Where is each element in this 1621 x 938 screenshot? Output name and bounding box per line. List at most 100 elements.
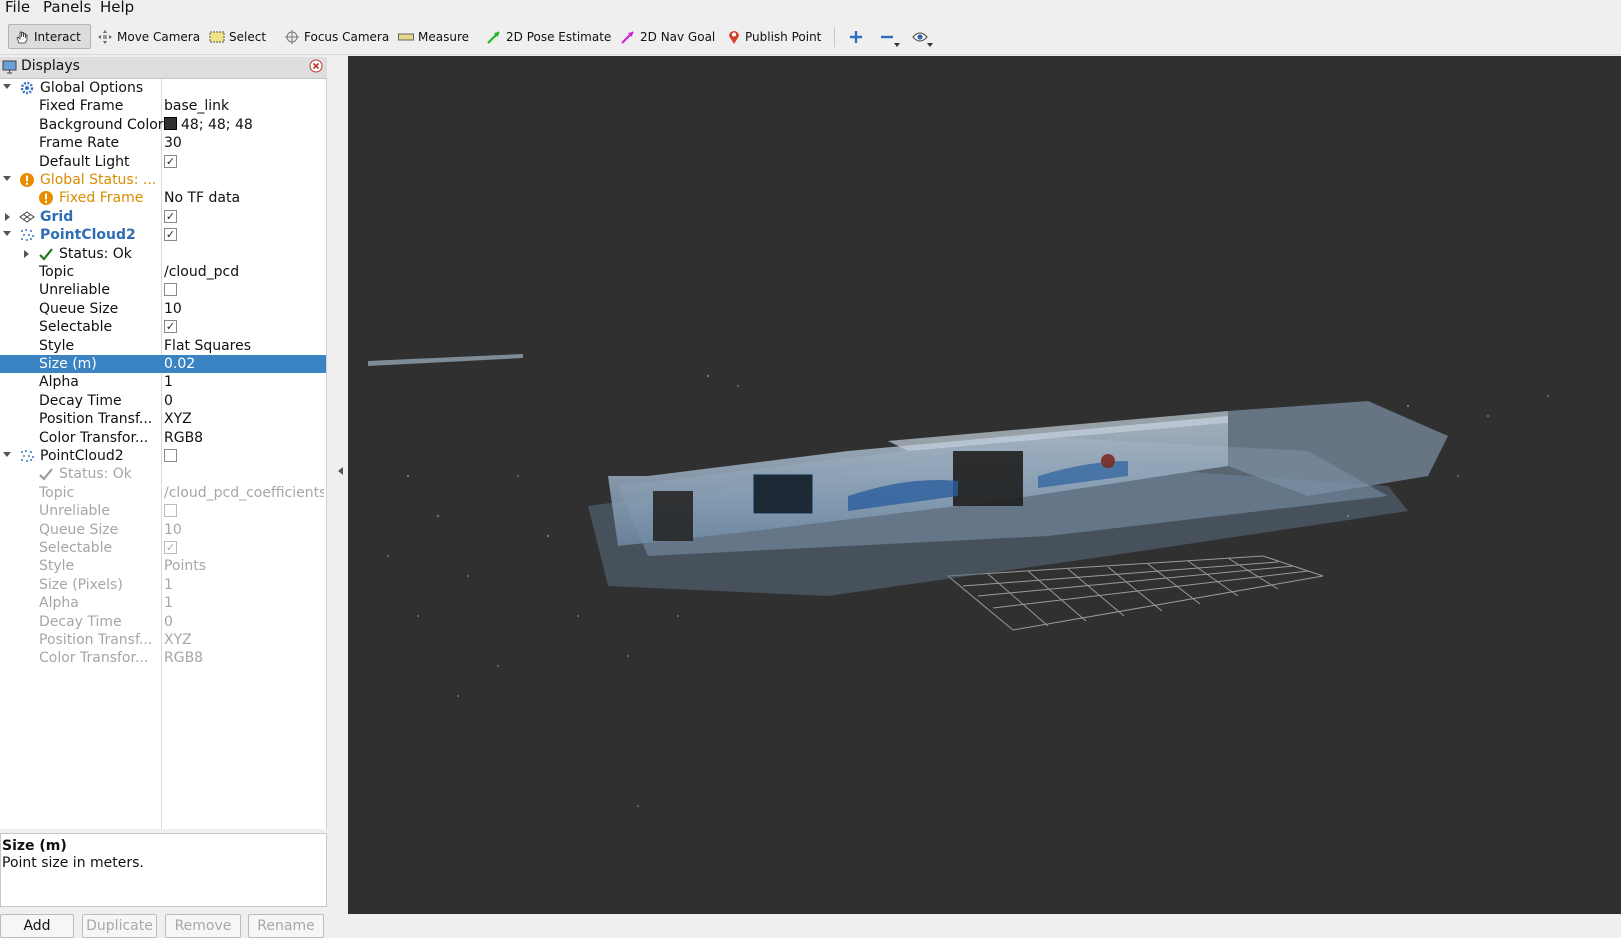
tree-row-topic[interactable]: Topic /cloud_pcd [0, 263, 326, 281]
row-name: Global Options [40, 80, 144, 96]
tree-row-style[interactable]: Style Flat Squares [0, 337, 326, 355]
tree-row-color-transformer[interactable]: Color Transfor... RGB8 [0, 429, 326, 447]
checkmark-icon [39, 247, 53, 261]
row-name: Style [39, 337, 75, 354]
move-camera-tool-button[interactable]: Move Camera [92, 24, 205, 49]
collapse-arrow-icon[interactable] [3, 176, 11, 181]
row-name: Unreliable [39, 282, 110, 299]
tree-row-status-fixed-frame[interactable]: Fixed Frame No TF data [0, 189, 326, 207]
expand-arrow-icon[interactable] [5, 212, 10, 221]
menu-panels[interactable]: Panels [43, 0, 91, 16]
doorway [653, 491, 693, 541]
row-value[interactable]: 0.02 [164, 355, 324, 373]
expand-arrow-icon[interactable] [24, 249, 29, 258]
add-tool-button[interactable] [843, 24, 869, 49]
focus-camera-label: Focus Camera [304, 29, 390, 44]
menu-file[interactable]: File [5, 0, 30, 16]
render-viewport[interactable] [348, 56, 1621, 914]
tree-row-status-ok-disabled[interactable]: Status: Ok [0, 465, 326, 483]
select-icon [209, 31, 225, 42]
pointcloud2-second-enable-checkbox[interactable] [164, 449, 177, 462]
row-name: Topic [39, 484, 75, 501]
row-value[interactable]: /cloud_pcd [164, 263, 324, 281]
tree-row-fixed-frame[interactable]: Fixed Frame base_link [0, 97, 326, 115]
row-value[interactable]: 30 [164, 134, 324, 152]
duplicate-display-button[interactable]: Duplicate [82, 914, 157, 938]
selectable-checkbox[interactable]: ✓ [164, 320, 177, 334]
collapse-arrow-icon[interactable] [3, 84, 11, 89]
tree-row-style-disabled[interactable]: Style Points [0, 557, 326, 575]
pose-estimate-tool-button[interactable]: 2D Pose Estimate [481, 24, 616, 49]
toolbar: Interact Move Camera Select Focus Camera… [0, 19, 1621, 55]
row-value[interactable]: 0 [164, 392, 324, 410]
tree-row-pointcloud2[interactable]: PointCloud2 ✓ [0, 226, 326, 244]
add-display-button[interactable]: Add [0, 914, 74, 938]
tree-row-selectable-disabled[interactable]: Selectable ✓ [0, 539, 326, 557]
close-icon[interactable] [309, 59, 323, 73]
tree-row-background-color[interactable]: Background Color 48; 48; 48 [0, 116, 326, 134]
unreliable-checkbox[interactable] [164, 283, 177, 297]
tree-row-frame-rate[interactable]: Frame Rate 30 [0, 134, 326, 152]
row-name: Frame Rate [39, 135, 120, 152]
row-value[interactable]: XYZ [164, 410, 324, 428]
select-tool-button[interactable]: Select [204, 24, 271, 49]
remove-display-button[interactable]: Remove [165, 914, 241, 938]
tree-row-queue-size[interactable]: Queue Size 10 [0, 300, 326, 318]
collapse-arrow-icon[interactable] [3, 452, 11, 457]
tree-row-grid[interactable]: Grid ✓ [0, 208, 326, 226]
row-name: PointCloud2 [40, 227, 136, 244]
tree-row-selectable[interactable]: Selectable ✓ [0, 318, 326, 336]
row-value[interactable]: 10 [164, 300, 324, 318]
publish-point-tool-button[interactable]: Publish Point [722, 24, 826, 49]
row-value: Points [164, 558, 207, 575]
row-value[interactable]: base_link [164, 97, 324, 115]
tree-row-queue-size-disabled[interactable]: Queue Size 10 [0, 521, 326, 539]
tree-row-alpha-disabled[interactable]: Alpha 1 [0, 594, 326, 612]
tree-row-unreliable[interactable]: Unreliable [0, 281, 326, 299]
pointcloud2-enable-checkbox[interactable]: ✓ [164, 228, 177, 242]
row-value: RGB8 [164, 650, 204, 667]
collapse-arrow-icon[interactable] [3, 231, 11, 237]
tree-row-color-transformer-disabled[interactable]: Color Transfor... RGB8 [0, 649, 326, 667]
row-value[interactable]: 48; 48; 48 [164, 116, 324, 134]
grid-enable-checkbox[interactable]: ✓ [164, 209, 177, 223]
description-title: Size (m) [2, 838, 67, 854]
tree-row-size-pixels-disabled[interactable]: Size (Pixels) 1 [0, 576, 326, 594]
tree-row-default-light[interactable]: Default Light ✓ [0, 153, 326, 171]
measure-tool-button[interactable]: Measure [393, 24, 474, 49]
rename-display-button[interactable]: Rename [248, 914, 324, 938]
row-name: Size (Pixels) [39, 576, 123, 593]
tree-row-status-ok[interactable]: Status: Ok [0, 245, 326, 263]
tree-row-alpha[interactable]: Alpha 1 [0, 373, 326, 391]
tree-row-topic-disabled[interactable]: Topic /cloud_pcd_coefficients [0, 484, 326, 502]
remove-tool-button[interactable] [874, 24, 900, 49]
tree-row-size[interactable]: Size (m) 0.02 [0, 355, 326, 373]
tree-row-decay-time[interactable]: Decay Time 0 [0, 392, 326, 410]
panel-title: Displays [21, 58, 80, 74]
displays-tree[interactable]: Global Options Fixed Frame base_link Bac… [0, 79, 327, 829]
panels-visibility-button[interactable] [907, 24, 933, 49]
focus-camera-tool-button[interactable]: Focus Camera [279, 24, 394, 49]
row-name: Status: Ok [59, 466, 132, 483]
row-value[interactable]: 1 [164, 373, 324, 391]
tree-row-global-options[interactable]: Global Options [0, 79, 326, 97]
tree-row-unreliable-disabled[interactable]: Unreliable [0, 502, 326, 520]
tree-row-position-transformer[interactable]: Position Transf... XYZ [0, 410, 326, 428]
row-value[interactable]: Flat Squares [164, 337, 324, 355]
panel-collapse-handle[interactable] [330, 57, 348, 914]
tree-row-pointcloud2-second[interactable]: PointCloud2 [0, 447, 326, 465]
default-light-checkbox[interactable]: ✓ [164, 154, 177, 168]
select-label: Select [229, 29, 267, 44]
row-name: Queue Size [39, 300, 119, 317]
measure-icon [398, 33, 414, 40]
tree-row-global-status[interactable]: Global Status: ... [0, 171, 326, 189]
row-name: Alpha [39, 595, 79, 612]
tree-row-position-transformer-disabled[interactable]: Position Transf... XYZ [0, 631, 326, 649]
interact-tool-button[interactable]: Interact [8, 24, 91, 49]
nav-goal-tool-button[interactable]: 2D Nav Goal [615, 24, 720, 49]
tree-row-decay-time-disabled[interactable]: Decay Time 0 [0, 613, 326, 631]
row-value[interactable]: RGB8 [164, 429, 324, 447]
menu-help[interactable]: Help [100, 0, 134, 16]
toolbar-separator [834, 27, 835, 47]
displays-panel: Displays Global Options Fixed Frame base… [0, 57, 327, 938]
